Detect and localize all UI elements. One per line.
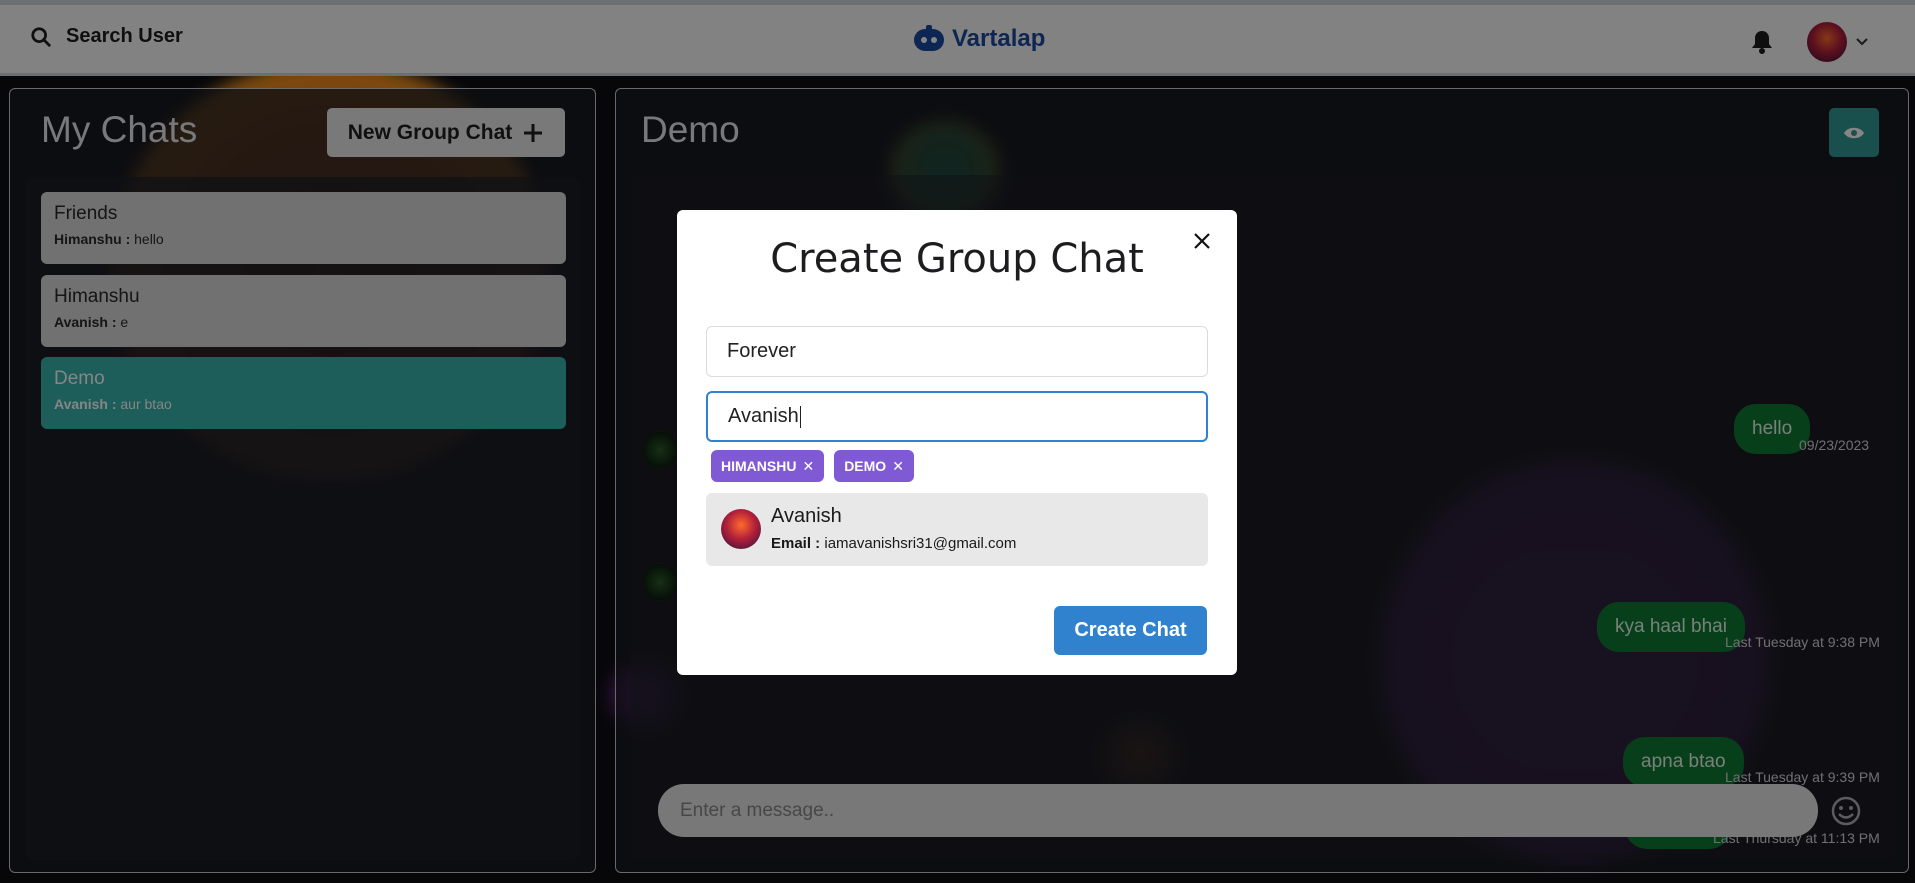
user-search-result[interactable]: Avanish Email : iamavanishsri31@gmail.co…	[706, 493, 1208, 566]
remove-tag-icon[interactable]: ✕	[802, 458, 814, 475]
remove-tag-icon[interactable]: ✕	[892, 458, 904, 475]
chat-name-input[interactable]: Forever	[706, 326, 1208, 377]
modal-title: Create Group Chat	[770, 236, 1144, 282]
user-tag-label: HIMANSHU	[721, 458, 797, 474]
user-email: Email : iamavanishsri31@gmail.com	[771, 535, 1016, 552]
selected-users: HIMANSHU ✕ DEMO ✕	[711, 450, 914, 482]
add-users-value: Avanish	[728, 405, 799, 427]
email-value: iamavanishsri31@gmail.com	[824, 535, 1017, 552]
create-group-chat-modal: Create Group Chat Forever Avanish HIMANS…	[677, 210, 1237, 675]
close-button[interactable]	[1189, 228, 1215, 254]
close-icon	[1194, 233, 1210, 249]
text-caret	[799, 405, 801, 428]
email-label: Email :	[771, 535, 821, 552]
user-tag-label: DEMO	[844, 458, 887, 474]
user-tag[interactable]: HIMANSHU ✕	[711, 450, 825, 482]
user-tag[interactable]: DEMO ✕	[834, 450, 914, 482]
add-users-input[interactable]: Avanish	[706, 391, 1208, 442]
chat-name-value: Forever	[727, 340, 796, 362]
user-name: Avanish	[771, 505, 842, 527]
create-chat-button[interactable]: Create Chat	[1054, 606, 1207, 655]
avatar	[721, 509, 761, 549]
